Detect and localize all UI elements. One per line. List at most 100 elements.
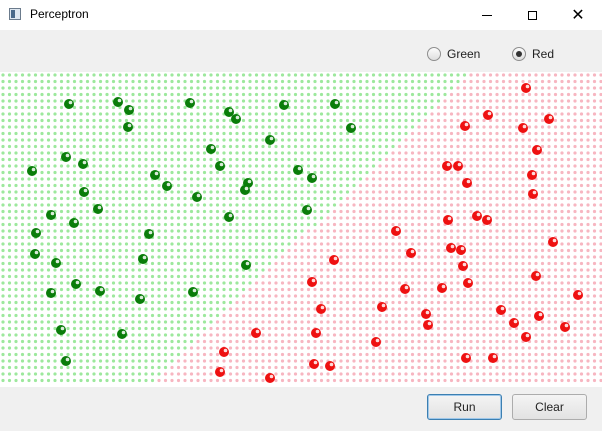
grid-dot [228, 177, 233, 181]
grid-dot [553, 287, 558, 292]
grid-dot [430, 352, 434, 357]
grid-dot [586, 190, 590, 194]
grid-dot [124, 203, 129, 207]
grid-dot [462, 372, 467, 376]
grid-dot [449, 118, 454, 123]
grid-dot [534, 164, 538, 168]
grid-dot [72, 164, 77, 168]
perceptron-canvas[interactable] [0, 72, 602, 387]
radio-circle-green[interactable] [427, 47, 441, 61]
grid-dot [508, 203, 512, 207]
grid-dot [27, 209, 31, 214]
grid-dot [59, 229, 64, 233]
grid-dot [235, 170, 239, 175]
grid-dot [163, 125, 168, 129]
grid-dot [313, 151, 317, 155]
grid-dot [319, 287, 324, 292]
grid-dot [118, 86, 122, 90]
radio-red[interactable]: Red [512, 45, 554, 63]
grid-dot [1, 164, 5, 168]
grid-dot [163, 144, 168, 149]
grid-dot [196, 105, 200, 110]
clear-button[interactable]: Clear [512, 394, 587, 420]
grid-dot [215, 294, 220, 298]
grid-dot [352, 92, 356, 97]
grid-dot [449, 138, 454, 142]
grid-dot [274, 144, 278, 149]
grid-dot [254, 138, 259, 142]
grid-dot [397, 300, 402, 305]
grid-dot [27, 216, 31, 220]
grid-dot [566, 229, 571, 233]
grid-dot [1, 365, 5, 370]
grid-dot [7, 372, 12, 376]
grid-dot [157, 261, 161, 266]
grid-dot [443, 99, 447, 103]
grid-dot [170, 294, 174, 298]
grid-dot [579, 131, 584, 136]
radio-green[interactable]: Green [427, 45, 480, 63]
grid-dot [306, 105, 311, 110]
grid-dot [85, 346, 90, 350]
grid-dot [449, 333, 454, 337]
grid-dot [79, 177, 83, 181]
grid-dot [59, 352, 64, 357]
grid-dot [261, 125, 265, 129]
grid-dot [92, 372, 96, 376]
grid-dot [118, 125, 122, 129]
grid-dot [449, 125, 454, 129]
grid-dot [105, 112, 109, 116]
grid-dot [131, 313, 135, 318]
grid-dot [20, 151, 25, 155]
grid-dot [345, 79, 350, 84]
grid-dot [540, 164, 545, 168]
grid-dot [222, 177, 226, 181]
run-button[interactable]: Run [427, 394, 502, 420]
grid-dot [183, 157, 187, 162]
grid-dot [222, 235, 226, 240]
grid-dot [456, 222, 460, 227]
grid-dot [443, 177, 447, 181]
grid-dot [53, 170, 57, 175]
grid-dot [358, 268, 363, 272]
grid-dot [345, 372, 350, 376]
grid-dot [384, 73, 389, 77]
grid-dot [72, 235, 77, 240]
grid-dot [72, 118, 77, 123]
grid-dot [534, 359, 538, 363]
grid-dot [14, 222, 18, 227]
minimize-button[interactable] [464, 0, 510, 30]
grid-dot [183, 144, 187, 149]
grid-dot [150, 138, 155, 142]
grid-dot [254, 365, 259, 370]
grid-dot [196, 170, 200, 175]
grid-dot [534, 118, 538, 123]
grid-dot [20, 99, 25, 103]
grid-dot [176, 138, 181, 142]
grid-dot [326, 255, 330, 259]
plot-svg[interactable] [0, 72, 602, 387]
grid-dot [118, 274, 122, 279]
grid-dot [98, 151, 103, 155]
grid-dot [66, 365, 70, 370]
grid-dot [7, 339, 12, 344]
grid-dot [462, 300, 467, 305]
grid-dot [157, 164, 161, 168]
grid-dot [124, 86, 129, 90]
grid-dot [488, 372, 493, 376]
grid-dot [391, 222, 395, 227]
grid-dot [183, 274, 187, 279]
grid-dot [235, 268, 239, 272]
radio-circle-red[interactable] [512, 47, 526, 61]
grid-dot [365, 235, 369, 240]
green-point [240, 185, 250, 195]
close-button[interactable]: ✕ [555, 0, 601, 30]
grid-dot [7, 365, 12, 370]
grid-dot [443, 190, 447, 194]
maximize-button[interactable] [509, 0, 555, 30]
grid-dot [53, 281, 57, 285]
grid-dot [215, 157, 220, 162]
red-point [309, 359, 319, 369]
grid-dot [540, 99, 545, 103]
grid-dot [547, 164, 551, 168]
